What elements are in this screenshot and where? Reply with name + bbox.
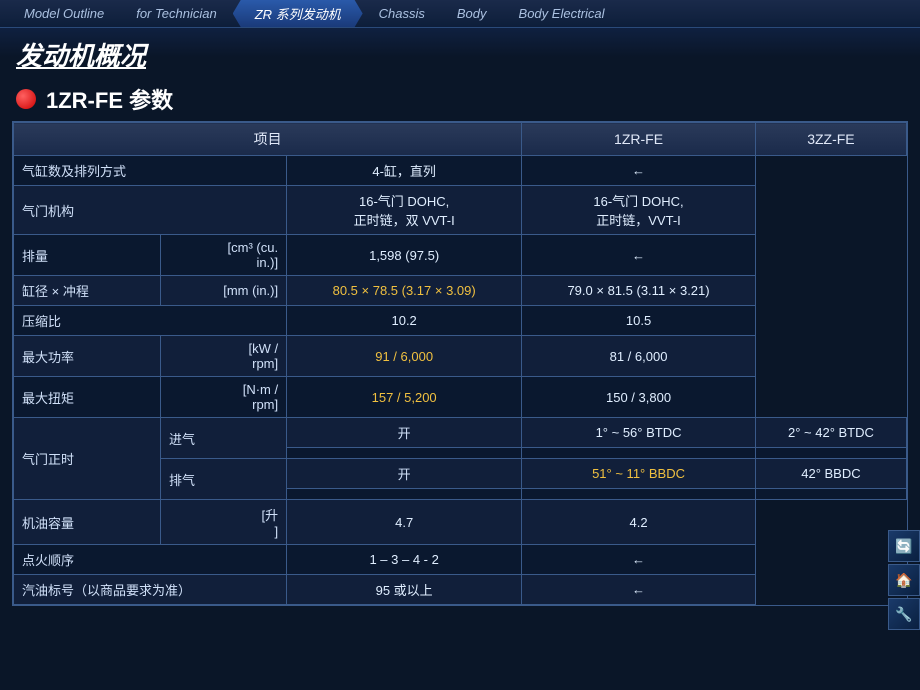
cell-close-val1-1: [522, 489, 756, 500]
cell-r4-c0: 压缩比: [14, 306, 287, 336]
cell-open-val2-1: 42° BBDC: [755, 459, 906, 489]
cell-label1-r2: 排量: [14, 235, 161, 276]
table-row: 气门机构16-气门 DOHC, 正时链，双 VVT-I16-气门 DOHC, 正…: [14, 186, 907, 235]
nav-item-zr-engine[interactable]: ZR 系列发动机: [233, 0, 363, 27]
cell-sublabel-1: 排气: [161, 459, 287, 500]
table-row: 缸径 × 冲程[mm (in.)]80.5 × 78.5 (3.17 × 3.0…: [14, 276, 907, 306]
cell-r1-c2: 16-气门 DOHC, 正时链，VVT-I: [522, 186, 756, 235]
side-nav: 🔄 🏠 🔧: [888, 530, 920, 630]
side-nav-btn-home[interactable]: 🏠: [888, 564, 920, 596]
cell-label1-r8: 机油容量: [14, 500, 161, 545]
cell-label1-r5: 最大功率: [14, 336, 161, 377]
cell-r0-c1: 4-缸，直列: [287, 156, 522, 186]
page-title-area: 发动机概况: [0, 28, 920, 77]
cell-close-label-1: [287, 489, 522, 500]
table-row: 最大扭矩[N·m / rpm]157 / 5,200150 / 3,800: [14, 377, 907, 418]
cell-unit-r3: [mm (in.)]: [161, 276, 287, 306]
cell-close-val2-0: [755, 448, 906, 459]
side-nav-btn-refresh[interactable]: 🔄: [888, 530, 920, 562]
cell-r4-c2: 10.5: [522, 306, 756, 336]
table-header-row: 项目 1ZR-FE 3ZZ-FE: [14, 123, 907, 156]
cell-val2-r8: 4.2: [522, 500, 756, 545]
cell-sublabel-0: 进气: [161, 418, 287, 459]
nav-item-model-outline[interactable]: Model Outline: [8, 2, 120, 25]
table-row: 压缩比10.210.5: [14, 306, 907, 336]
page-title: 发动机概况: [16, 36, 904, 73]
cell-val1-r6: 157 / 5,200: [287, 377, 522, 418]
cell-close-val2-1: [755, 489, 906, 500]
col-header-item: 项目: [14, 123, 522, 156]
table-row-valve: 气门正时进气开1° ~ 56° BTDC2° ~ 42° BTDC: [14, 418, 907, 448]
table-row: 点火顺序1 – 3 – 4 - 2←: [14, 545, 907, 575]
cell-r10-c1: 95 或以上: [287, 575, 522, 605]
cell-val1-r5: 91 / 6,000: [287, 336, 522, 377]
table-row: 机油容量[升 ]4.74.2: [14, 500, 907, 545]
cell-close-label-0: [287, 448, 522, 459]
col-header-1zr: 1ZR-FE: [522, 123, 756, 156]
cell-unit-r5: [kW / rpm]: [161, 336, 287, 377]
col-header-3zz: 3ZZ-FE: [755, 123, 906, 156]
cell-val1-r2: 1,598 (97.5): [287, 235, 522, 276]
cell-r4-c1: 10.2: [287, 306, 522, 336]
nav-item-body[interactable]: Body: [441, 2, 503, 25]
params-table: 项目 1ZR-FE 3ZZ-FE 气缸数及排列方式4-缸，直列←气门机构16-气…: [13, 122, 907, 605]
cell-label1-r3: 缸径 × 冲程: [14, 276, 161, 306]
cell-r0-c0: 气缸数及排列方式: [14, 156, 287, 186]
table-container: 项目 1ZR-FE 3ZZ-FE 气缸数及排列方式4-缸，直列←气门机构16-气…: [12, 121, 908, 606]
cell-r9-c1: 1 – 3 – 4 - 2: [287, 545, 522, 575]
nav-bar: Model Outline for Technician ZR 系列发动机 Ch…: [0, 0, 920, 28]
cell-label1-r6: 最大扭矩: [14, 377, 161, 418]
cell-open-val1-1: 51° ~ 11° BBDC: [522, 459, 756, 489]
cell-r0-c2: ←: [522, 156, 756, 186]
cell-r1-c0: 气门机构: [14, 186, 287, 235]
table-row: 气缸数及排列方式4-缸，直列←: [14, 156, 907, 186]
cell-unit-r8: [升 ]: [161, 500, 287, 545]
section-icon: [16, 89, 36, 109]
cell-r10-c2: ←: [522, 575, 756, 605]
cell-val1-r8: 4.7: [287, 500, 522, 545]
nav-item-body-electrical[interactable]: Body Electrical: [503, 2, 621, 25]
cell-val2-r5: 81 / 6,000: [522, 336, 756, 377]
table-row: 排量[cm³ (cu. in.)]1,598 (97.5)←: [14, 235, 907, 276]
cell-r9-c0: 点火顺序: [14, 545, 287, 575]
cell-r10-c0: 汽油标号（以商品要求为准）: [14, 575, 287, 605]
cell-close-val1-0: [522, 448, 756, 459]
cell-open-label-1: 开: [287, 459, 522, 489]
section-header: 1ZR-FE 参数: [0, 77, 920, 121]
table-row: 汽油标号（以商品要求为准）95 或以上←: [14, 575, 907, 605]
cell-open-val2-0: 2° ~ 42° BTDC: [755, 418, 906, 448]
cell-r9-c2: ←: [522, 545, 756, 575]
cell-unit-r2: [cm³ (cu. in.)]: [161, 235, 287, 276]
side-nav-btn-tool[interactable]: 🔧: [888, 598, 920, 630]
nav-item-chassis[interactable]: Chassis: [363, 2, 441, 25]
cell-open-label-0: 开: [287, 418, 522, 448]
cell-val2-r6: 150 / 3,800: [522, 377, 756, 418]
section-title: 1ZR-FE 参数: [46, 83, 173, 115]
table-row: 最大功率[kW / rpm]91 / 6,00081 / 6,000: [14, 336, 907, 377]
cell-valve-timing-label: 气门正时: [14, 418, 161, 500]
cell-val1-r3: 80.5 × 78.5 (3.17 × 3.09): [287, 276, 522, 306]
cell-val2-r2: ←: [522, 235, 756, 276]
cell-val2-r3: 79.0 × 81.5 (3.11 × 3.21): [522, 276, 756, 306]
cell-open-val1-0: 1° ~ 56° BTDC: [522, 418, 756, 448]
nav-item-for-technician[interactable]: for Technician: [120, 2, 232, 25]
cell-r1-c1: 16-气门 DOHC, 正时链，双 VVT-I: [287, 186, 522, 235]
cell-unit-r6: [N·m / rpm]: [161, 377, 287, 418]
